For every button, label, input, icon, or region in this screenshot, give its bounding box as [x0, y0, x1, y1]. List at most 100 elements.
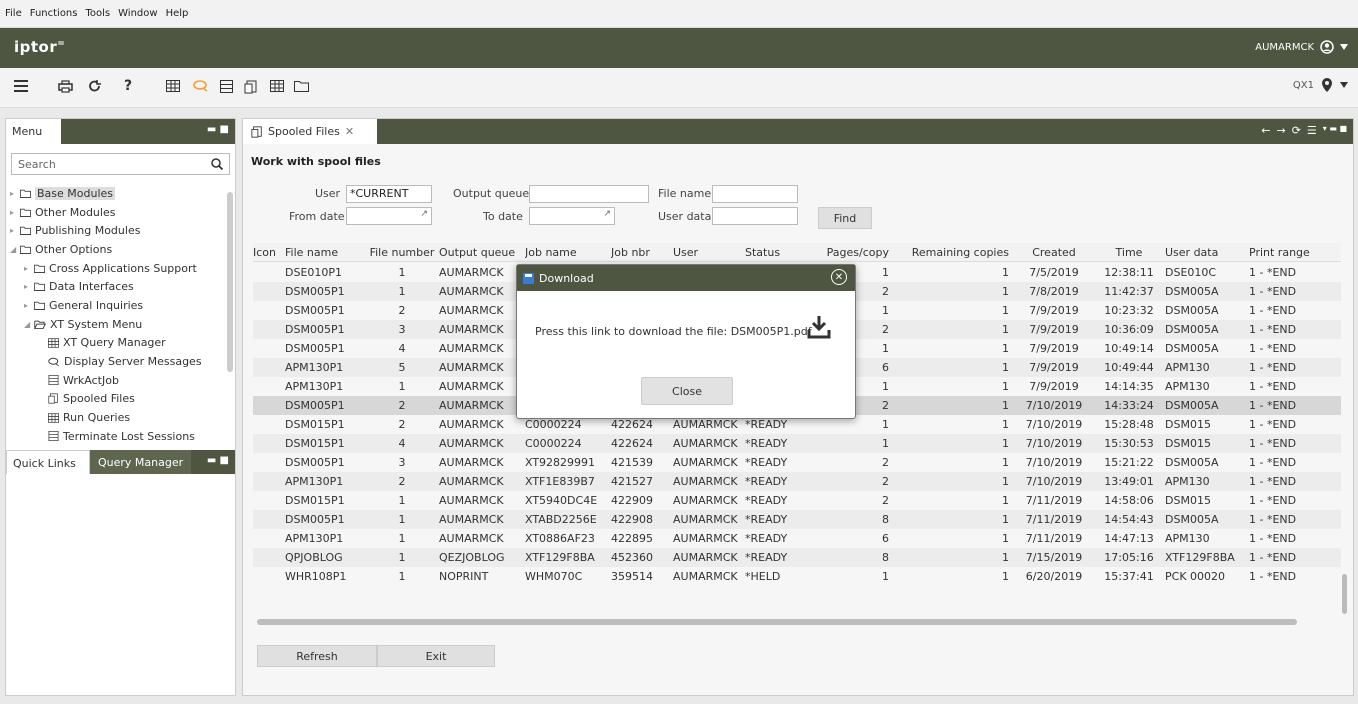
- column-header[interactable]: Time: [1099, 243, 1159, 262]
- search-input[interactable]: Search: [11, 153, 230, 175]
- from-date-field[interactable]: ↗: [346, 207, 432, 225]
- chat-icon[interactable]: [193, 80, 209, 92]
- tree-item[interactable]: XT Query Manager: [6, 334, 235, 353]
- output-queue-field[interactable]: [529, 185, 649, 203]
- help-icon[interactable]: ?: [124, 78, 132, 94]
- column-header[interactable]: Output queue: [439, 243, 523, 262]
- column-header[interactable]: Job name: [525, 243, 609, 262]
- user-menu[interactable]: AUMARMCK: [1255, 40, 1348, 54]
- table-icon[interactable]: [270, 80, 284, 92]
- column-header[interactable]: Print range: [1249, 243, 1339, 262]
- close-button[interactable]: Close: [641, 377, 733, 405]
- expanded-arrow-icon[interactable]: ◢: [10, 245, 16, 254]
- column-header[interactable]: File number: [367, 243, 437, 262]
- tree-item[interactable]: Run Queries: [6, 408, 235, 427]
- vertical-scrollbar[interactable]: [1342, 574, 1347, 614]
- menu-functions[interactable]: Functions: [30, 8, 78, 19]
- column-header[interactable]: User: [673, 243, 743, 262]
- file-name-field[interactable]: [712, 185, 798, 203]
- table-cell: XT5940DC4E: [525, 494, 598, 507]
- column-header[interactable]: File name: [285, 243, 365, 262]
- folder-icon[interactable]: [294, 80, 309, 92]
- column-header[interactable]: User data: [1165, 243, 1249, 262]
- table-row[interactable]: DSM015P1 1 AUMARMCK XT5940DC4E 422909 AUMARMC…: [253, 491, 1341, 510]
- collapsed-arrow-icon[interactable]: ▸: [24, 301, 30, 310]
- column-header[interactable]: Pages/copy: [803, 243, 889, 262]
- tree-scrollbar[interactable]: [227, 192, 233, 372]
- table-cell: 1: [398, 285, 406, 298]
- close-icon[interactable]: ✕: [345, 125, 354, 138]
- tree-item[interactable]: ▸ Data Interfaces: [6, 277, 235, 296]
- tree-item[interactable]: Display Server Messages: [6, 352, 235, 371]
- refresh-icon[interactable]: ⟳: [1292, 124, 1301, 137]
- download-icon[interactable]: [807, 315, 831, 339]
- grid-icon[interactable]: [166, 80, 180, 92]
- close-icon[interactable]: ✕: [831, 269, 847, 285]
- tree-item[interactable]: ◢ Other Options: [6, 240, 235, 259]
- table-row[interactable]: DSM015P1 4 AUMARMCK C0000224 422624 AUMARMCK *…: [253, 434, 1341, 453]
- forward-arrow-icon[interactable]: →: [1276, 124, 1285, 137]
- horizontal-scrollbar[interactable]: [257, 619, 1297, 625]
- tree-item[interactable]: ▸ Publishing Modules: [6, 221, 235, 240]
- system-indicator[interactable]: QX1: [1293, 78, 1348, 92]
- table-row[interactable]: QPJOBLOG 1 QEZJOBLOG XTF129F8BA 452360 AUMARM…: [253, 548, 1341, 567]
- tree-item[interactable]: ▸ Base Modules: [6, 184, 235, 203]
- column-header[interactable]: Status: [745, 243, 801, 262]
- find-button[interactable]: Find: [818, 207, 872, 229]
- hamburger-icon[interactable]: [14, 80, 28, 92]
- collapsed-arrow-icon[interactable]: ▸: [10, 189, 16, 198]
- collapsed-arrow-icon[interactable]: ▸: [10, 226, 16, 235]
- table-row[interactable]: DSM005P1 3 AUMARMCK XT92829991 421539 AUMARMC…: [253, 453, 1341, 472]
- back-arrow-icon[interactable]: ←: [1261, 124, 1270, 137]
- table-row[interactable]: APM130P1 2 AUMARMCK XTF1E839B7 421527 AUMARMC…: [253, 472, 1341, 491]
- collapsed-arrow-icon[interactable]: ▸: [10, 208, 16, 217]
- table-cell: DSM005P1: [285, 304, 345, 317]
- user-data-field[interactable]: [712, 207, 798, 225]
- tab-menu[interactable]: Menu: [6, 119, 61, 144]
- tab-quick-links[interactable]: Quick Links: [6, 450, 90, 474]
- table-cell: [253, 358, 283, 377]
- tree-item[interactable]: Terminate Lost Sessions: [6, 427, 235, 446]
- menu-tools[interactable]: Tools: [85, 8, 110, 19]
- user-field[interactable]: *CURRENT: [346, 185, 432, 203]
- table-cell: 15:28:48: [1104, 418, 1154, 431]
- table-row[interactable]: APM130P1 1 AUMARMCK XT0886AF23 422895 AUMARMC…: [253, 529, 1341, 548]
- column-header[interactable]: Icon: [253, 243, 283, 262]
- tree-item[interactable]: WrkActJob: [6, 371, 235, 390]
- download-link[interactable]: Press this link to download the file: DS…: [535, 325, 812, 338]
- tab-spooled-files[interactable]: Spooled Files ✕: [243, 119, 377, 144]
- brand-bar: iptor= AUMARMCK: [0, 28, 1358, 68]
- refresh-button[interactable]: Refresh: [257, 645, 377, 667]
- column-header[interactable]: Created: [1017, 243, 1091, 262]
- tree-item[interactable]: ▸ General Inquiries: [6, 296, 235, 315]
- refresh-icon[interactable]: [88, 80, 101, 93]
- server-icon[interactable]: [220, 80, 233, 93]
- minimize-icon[interactable]: ▾ ▬ ■: [1323, 124, 1347, 137]
- chevron-down-icon: [1340, 82, 1348, 88]
- table-row[interactable]: DSM005P1 1 AUMARMCK XTABD2256E 422908 AUMARMC…: [253, 510, 1341, 529]
- tree-item[interactable]: ▸ Cross Applications Support: [6, 259, 235, 278]
- collapsed-arrow-icon[interactable]: ▸: [24, 282, 30, 291]
- column-header[interactable]: Job nbr: [611, 243, 671, 262]
- tree-item[interactable]: Spooled Files: [6, 390, 235, 409]
- tab-query-manager[interactable]: Query Manager: [90, 450, 192, 474]
- tree-item[interactable]: ◢ XT System Menu: [6, 315, 235, 334]
- panel-window-controls[interactable]: ▬ ■: [207, 455, 229, 466]
- list-icon[interactable]: ☰: [1307, 124, 1317, 137]
- panel-window-controls[interactable]: ▬ ■: [207, 124, 229, 135]
- menu-file[interactable]: File: [5, 8, 22, 19]
- table-row[interactable]: WHR108P1 1 NOPRINT WHM070C 359514 AUMARMCK *HE…: [253, 567, 1341, 586]
- calendar-icon[interactable]: ↗: [603, 209, 611, 219]
- collapsed-arrow-icon[interactable]: ▸: [24, 264, 30, 273]
- spool-icon[interactable]: [244, 80, 258, 94]
- to-date-field[interactable]: ↗: [529, 207, 615, 225]
- print-icon[interactable]: [58, 80, 73, 93]
- column-header[interactable]: Remaining copies: [899, 243, 1009, 262]
- table-cell: 7/15/2019: [1025, 551, 1083, 564]
- expanded-arrow-icon[interactable]: ◢: [24, 320, 30, 329]
- exit-button[interactable]: Exit: [377, 645, 495, 667]
- menu-window[interactable]: Window: [118, 8, 157, 19]
- tree-item[interactable]: ▸ Other Modules: [6, 203, 235, 222]
- menu-help[interactable]: Help: [166, 8, 189, 19]
- calendar-icon[interactable]: ↗: [420, 209, 428, 219]
